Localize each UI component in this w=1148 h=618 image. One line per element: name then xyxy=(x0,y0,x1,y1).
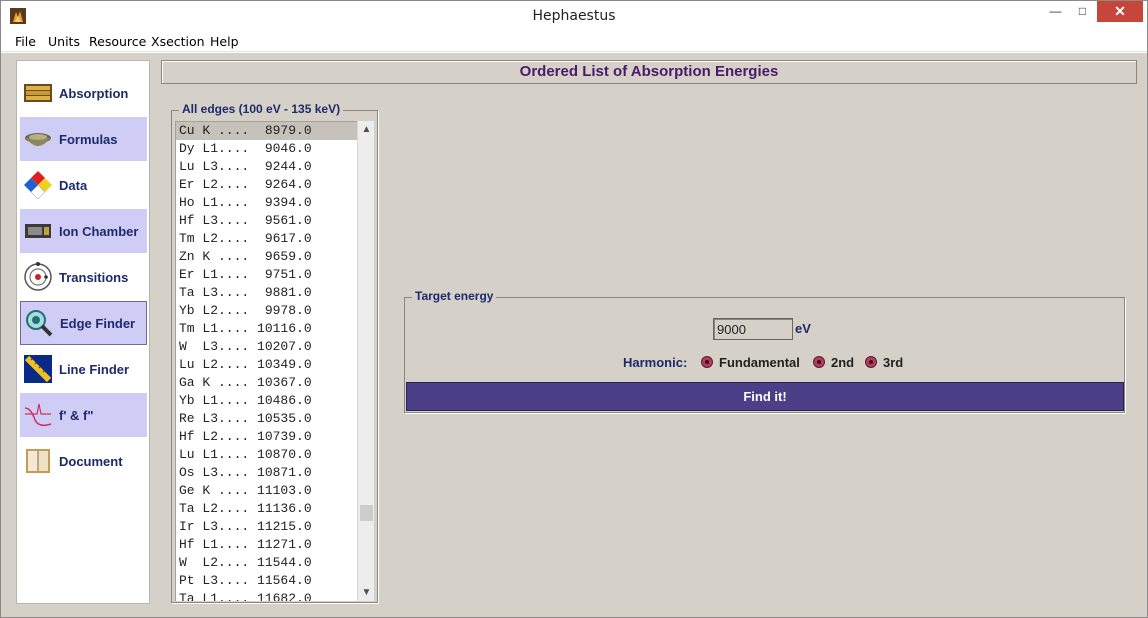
sidebar-item-formulas[interactable]: Formulas xyxy=(20,117,147,161)
radio-2nd-label[interactable]: 2nd xyxy=(831,355,854,370)
menu-units[interactable]: Units xyxy=(48,34,80,49)
menu-help[interactable]: Help xyxy=(210,34,239,49)
scroll-thumb[interactable] xyxy=(360,505,373,521)
edges-group: All edges (100 eV - 135 keV) Cu K .... 8… xyxy=(171,102,378,603)
scroll-up-arrow-icon[interactable]: ▲ xyxy=(358,121,375,138)
target-energy-input[interactable] xyxy=(713,318,793,340)
target-energy-group: Target energy eV Harmonic: Fundamental 2… xyxy=(404,289,1125,413)
radio-fundamental-label[interactable]: Fundamental xyxy=(719,355,800,370)
edge-list-item[interactable]: Lu L2.... 10349.0 xyxy=(176,356,357,374)
sidebar-item-absorption[interactable]: Absorption xyxy=(20,71,147,115)
book-icon xyxy=(26,449,50,473)
bowl-icon xyxy=(25,133,51,146)
device-icon xyxy=(25,224,51,238)
find-it-button[interactable]: Find it! xyxy=(406,382,1124,411)
edges-group-legend: All edges (100 eV - 135 keV) xyxy=(179,102,344,116)
menu-resource[interactable]: Resource xyxy=(89,34,146,49)
sidebar-item-f-prime[interactable]: f' & f" xyxy=(20,393,147,437)
sidebar-item-label: Edge Finder xyxy=(60,315,136,331)
edge-list-item[interactable]: Ir L3.... 11215.0 xyxy=(176,518,357,536)
title-bar[interactable]: Hephaestus — □ ✕ xyxy=(1,1,1147,31)
edges-scrollbar[interactable]: ▲ ▼ xyxy=(357,121,374,601)
target-energy-legend: Target energy xyxy=(412,289,497,303)
ruler-icon xyxy=(24,355,52,383)
edge-list-item[interactable]: Er L2.... 9264.0 xyxy=(176,176,357,194)
edge-list-item[interactable]: W L3.... 10207.0 xyxy=(176,338,357,356)
sidebar-item-label: f' & f" xyxy=(59,407,94,423)
edge-list-item[interactable]: Zn K .... 9659.0 xyxy=(176,248,357,266)
sidebar-item-label: Absorption xyxy=(59,85,129,101)
scroll-down-arrow-icon[interactable]: ▼ xyxy=(358,584,375,601)
sidebar-item-data[interactable]: Data xyxy=(20,163,147,207)
sidebar-item-label: Transitions xyxy=(59,269,129,285)
radio-3rd-label[interactable]: 3rd xyxy=(883,355,903,370)
edge-list-item[interactable]: Ge K .... 11103.0 xyxy=(176,482,357,500)
edge-list-item[interactable]: Lu L1.... 10870.0 xyxy=(176,446,357,464)
edge-list-item[interactable]: W L2.... 11544.0 xyxy=(176,554,357,572)
sidebar-item-label: Data xyxy=(59,177,88,193)
sidebar-item-label: Line Finder xyxy=(59,361,130,377)
edge-list-item[interactable]: Er L1.... 9751.0 xyxy=(176,266,357,284)
application-window: Hephaestus — □ ✕ File Units Resource Xse… xyxy=(0,0,1148,618)
tool-sidebar: Absorption Formulas Data Ion Chamber Tra… xyxy=(16,60,150,604)
window-title: Hephaestus xyxy=(532,8,616,24)
edge-list-item[interactable]: Tm L1.... 10116.0 xyxy=(176,320,357,338)
energy-unit-label: eV xyxy=(795,321,811,336)
menu-file[interactable]: File xyxy=(15,34,36,49)
edge-list-item[interactable]: Os L3.... 10871.0 xyxy=(176,464,357,482)
sidebar-item-transitions[interactable]: Transitions xyxy=(20,255,147,299)
edge-list-item[interactable]: Ho L1.... 9394.0 xyxy=(176,194,357,212)
page-title: Ordered List of Absorption Energies xyxy=(519,63,779,80)
magnifier-icon xyxy=(26,310,53,337)
menu-xsection[interactable]: Xsection xyxy=(151,34,205,49)
sidebar-item-edge-finder[interactable]: Edge Finder xyxy=(20,301,147,345)
gold-bars-icon xyxy=(24,84,52,102)
sidebar-item-document[interactable]: Document xyxy=(20,439,147,483)
edge-list-item[interactable]: Yb L2.... 9978.0 xyxy=(176,302,357,320)
edge-list-item[interactable]: Hf L3.... 9561.0 xyxy=(176,212,357,230)
edge-list-item[interactable]: Hf L2.... 10739.0 xyxy=(176,428,357,446)
edge-list-item[interactable]: Tm L2.... 9617.0 xyxy=(176,230,357,248)
edge-list-item[interactable]: Dy L1.... 9046.0 xyxy=(176,140,357,158)
edge-list-item[interactable]: Lu L3.... 9244.0 xyxy=(176,158,357,176)
edge-list-item[interactable]: Pt L3.... 11564.0 xyxy=(176,572,357,590)
edges-listbox[interactable]: Cu K .... 8979.0 Dy L1.... 9046.0 Lu L3...… xyxy=(175,121,357,601)
edge-list-item[interactable]: Cu K .... 8979.0 xyxy=(176,122,357,140)
edge-list-item[interactable]: Yb L1.... 10486.0 xyxy=(176,392,357,410)
menu-bar: File Units Resource Xsection Help xyxy=(1,31,1147,52)
edge-list-item[interactable]: Ga K .... 10367.0 xyxy=(176,374,357,392)
hazard-diamond-icon xyxy=(24,171,52,200)
harmonic-label: Harmonic: xyxy=(623,355,688,370)
edge-list-item[interactable]: Hf L1.... 11271.0 xyxy=(176,536,357,554)
edge-list-item[interactable]: Re L3.... 10535.0 xyxy=(176,410,357,428)
edge-list-item[interactable]: Ta L2.... 11136.0 xyxy=(176,500,357,518)
close-button[interactable]: ✕ xyxy=(1097,1,1143,22)
atom-icon xyxy=(24,262,52,291)
sidebar-item-label: Formulas xyxy=(59,131,118,147)
curve-icon xyxy=(24,403,52,427)
radio-2nd[interactable] xyxy=(813,356,825,368)
panel-header: Ordered List of Absorption Energies xyxy=(161,60,1137,84)
client-area: Absorption Formulas Data Ion Chamber Tra… xyxy=(1,53,1147,617)
minimize-button[interactable]: — xyxy=(1042,1,1069,22)
sidebar-item-line-finder[interactable]: Line Finder xyxy=(20,347,147,391)
edge-list-item[interactable]: Ta L1.... 11682.0 xyxy=(176,590,357,601)
edge-list-item[interactable]: Ta L3.... 9881.0 xyxy=(176,284,357,302)
sidebar-item-label: Document xyxy=(59,453,123,469)
radio-3rd[interactable] xyxy=(865,356,877,368)
sidebar-item-ion-chamber[interactable]: Ion Chamber xyxy=(20,209,147,253)
radio-fundamental[interactable] xyxy=(701,356,713,368)
maximize-button[interactable]: □ xyxy=(1069,1,1096,22)
sidebar-item-label: Ion Chamber xyxy=(59,223,139,239)
